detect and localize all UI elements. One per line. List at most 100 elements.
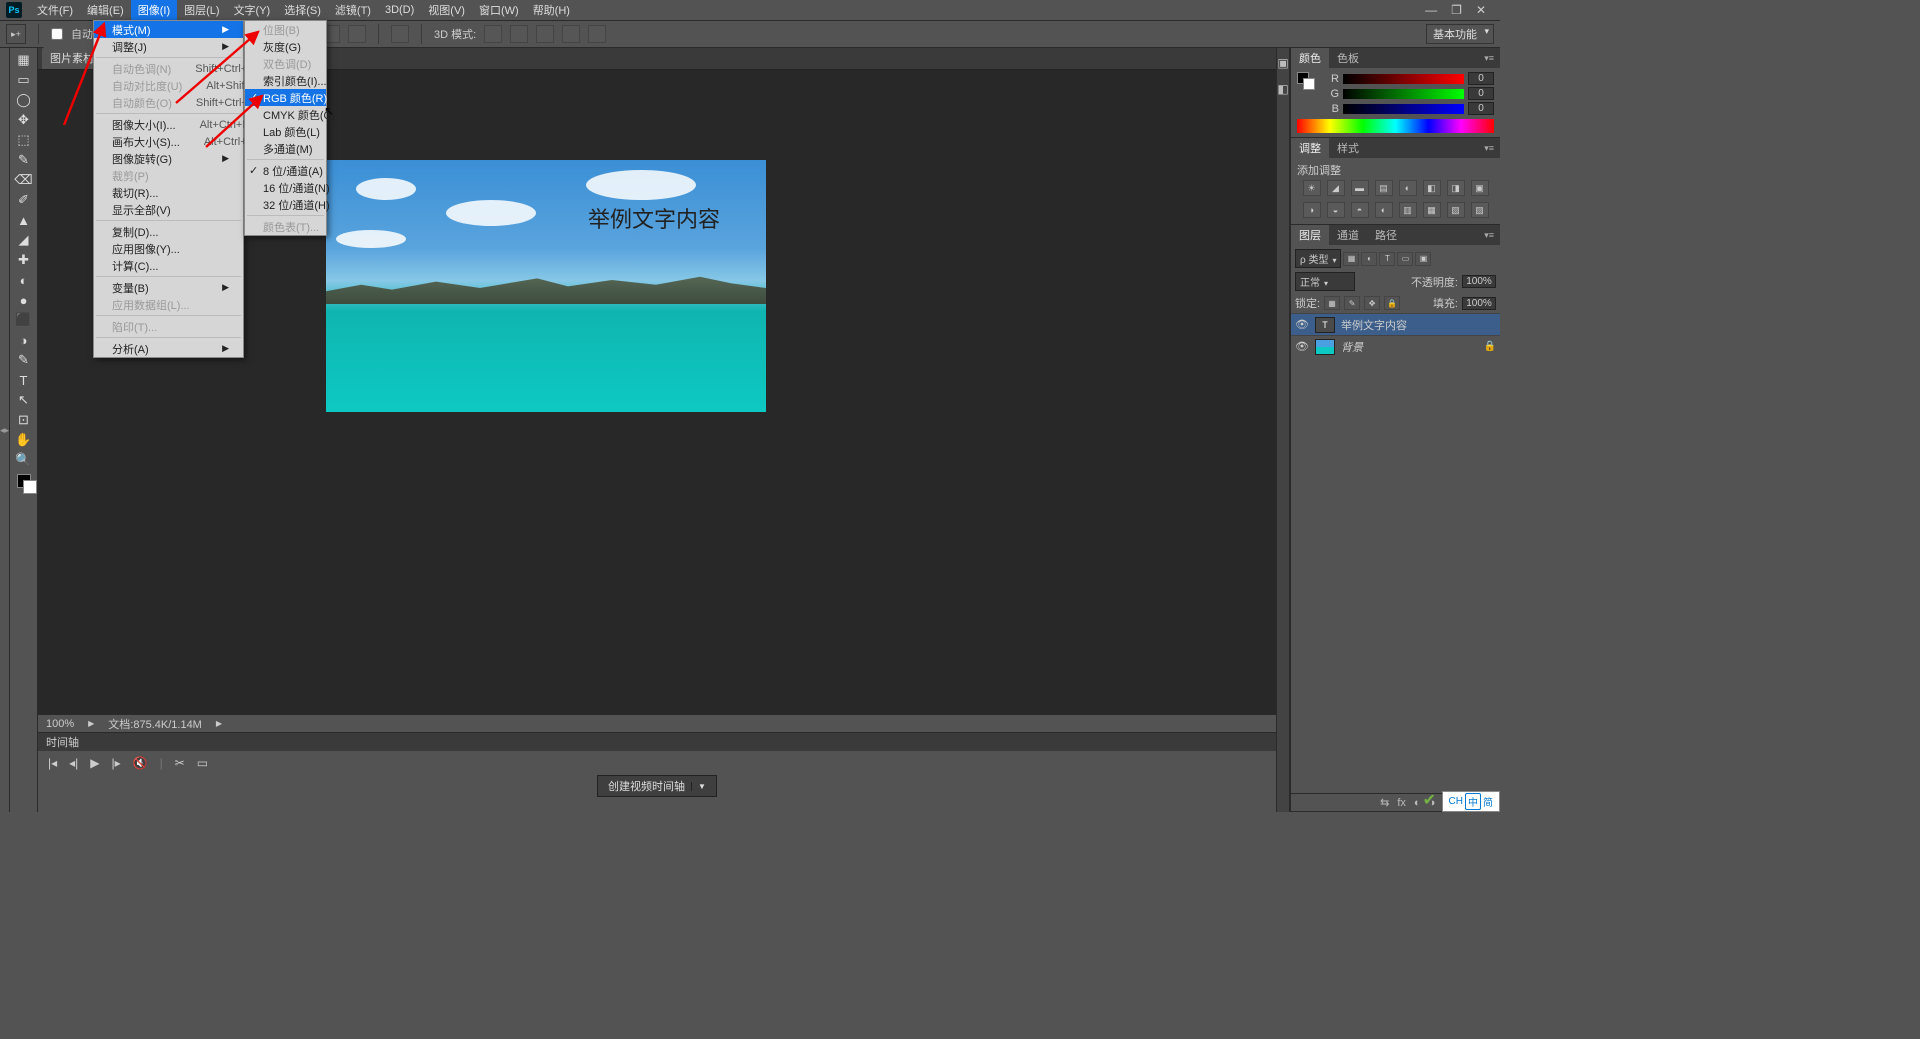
goto-first-icon[interactable]: |◂ <box>48 756 57 770</box>
adjustment-preset-4[interactable]: ◐ <box>1399 180 1417 196</box>
blend-mode-dropdown[interactable]: 正常 <box>1295 272 1355 291</box>
panel-menu-icon[interactable]: ▾≡ <box>1478 143 1500 154</box>
layer-mask-icon[interactable]: ◐ <box>1414 797 1421 809</box>
menu-item[interactable]: 16 位/通道(N) <box>245 179 326 196</box>
adjustment-preset-13[interactable]: ▦ <box>1423 202 1441 218</box>
threeD-btn-3[interactable] <box>536 25 554 43</box>
menu-item[interactable]: 裁切(R)... <box>94 184 243 201</box>
adjustment-preset-0[interactable]: ☀ <box>1303 180 1321 196</box>
adjustment-preset-11[interactable]: ◐ <box>1375 202 1393 218</box>
lock-all-icon[interactable]: 🔒 <box>1384 296 1400 310</box>
adjustment-preset-12[interactable]: ▥ <box>1399 202 1417 218</box>
menu-item[interactable]: 显示全部(V) <box>94 201 243 218</box>
filter-type-icon[interactable]: T <box>1379 252 1395 266</box>
tool-button-9[interactable]: ◢ <box>12 230 36 250</box>
fgbg-swatch[interactable] <box>1297 72 1315 90</box>
adjustment-preset-15[interactable]: ▨ <box>1471 202 1489 218</box>
tool-button-11[interactable]: ◐ <box>12 270 36 290</box>
tool-button-0[interactable]: ▦ <box>12 50 36 70</box>
tab-swatches[interactable]: 色板 <box>1329 48 1367 68</box>
tab-adjustments[interactable]: 调整 <box>1291 138 1329 158</box>
lock-trans-icon[interactable]: ▦ <box>1324 296 1340 310</box>
tool-button-19[interactable]: ✋ <box>12 430 36 450</box>
prev-frame-icon[interactable]: ◂| <box>69 756 78 770</box>
audio-icon[interactable]: 🔇 <box>133 756 148 770</box>
menu-item[interactable]: 分析(A)▶ <box>94 340 243 357</box>
transition-icon[interactable]: ▭ <box>197 756 208 770</box>
menu-item[interactable]: 复制(D)... <box>94 223 243 240</box>
menu-item[interactable]: 应用图像(Y)... <box>94 240 243 257</box>
visibility-icon[interactable]: 👁 <box>1295 318 1309 331</box>
layer-item[interactable]: 👁T举例文字内容 <box>1291 313 1500 335</box>
channel-value[interactable]: 0 <box>1468 72 1494 85</box>
threeD-btn-2[interactable] <box>510 25 528 43</box>
docinfo-popup-icon[interactable]: ▶ <box>216 719 222 728</box>
tool-button-10[interactable]: ✚ <box>12 250 36 270</box>
menu-help[interactable]: 帮助(H) <box>526 0 577 20</box>
menu-image[interactable]: 图像(I) <box>131 0 177 20</box>
tool-button-20[interactable]: 🔍 <box>12 450 36 470</box>
color-spectrum[interactable] <box>1297 119 1494 133</box>
menu-item[interactable]: 变量(B)▶ <box>94 279 243 296</box>
tab-layers[interactable]: 图层 <box>1291 225 1329 245</box>
layer-filter-dropdown[interactable]: ρ 类型 <box>1295 249 1341 268</box>
restore-button[interactable]: ❐ <box>1451 3 1462 17</box>
tab-paths[interactable]: 路径 <box>1367 225 1405 245</box>
tool-button-17[interactable]: ↖ <box>12 390 36 410</box>
menu-3d[interactable]: 3D(D) <box>378 0 421 20</box>
adjustment-preset-10[interactable]: ◓ <box>1351 202 1369 218</box>
lock-pixel-icon[interactable]: ✎ <box>1344 296 1360 310</box>
filter-shape-icon[interactable]: ▭ <box>1397 252 1413 266</box>
timeline-tab[interactable]: 时间轴 <box>38 733 1276 751</box>
adjustment-preset-14[interactable]: ▧ <box>1447 202 1465 218</box>
tool-button-18[interactable]: ⊡ <box>12 410 36 430</box>
adjustment-preset-3[interactable]: ▤ <box>1375 180 1393 196</box>
layer-thumbnail[interactable]: T <box>1315 317 1335 333</box>
tool-button-15[interactable]: ✎ <box>12 350 36 370</box>
background-swatch[interactable] <box>23 480 37 494</box>
channel-slider[interactable] <box>1343 89 1464 99</box>
menu-edit[interactable]: 编辑(E) <box>80 0 131 20</box>
tool-button-2[interactable]: ◯ <box>12 90 36 110</box>
link-layers-icon[interactable]: ⇆ <box>1380 796 1389 809</box>
threeD-btn-4[interactable] <box>562 25 580 43</box>
adjustment-preset-5[interactable]: ◧ <box>1423 180 1441 196</box>
zoom-value[interactable]: 100% <box>46 718 74 730</box>
opacity-value[interactable]: 100% <box>1462 275 1496 288</box>
toolbar-collapse[interactable]: ◂▸ <box>0 48 10 812</box>
close-button[interactable]: ✕ <box>1476 3 1486 17</box>
panel-menu-icon[interactable]: ▾≡ <box>1478 230 1500 241</box>
fill-value[interactable]: 100% <box>1462 297 1496 310</box>
menu-view[interactable]: 视图(V) <box>421 0 472 20</box>
panel-menu-icon[interactable]: ▾≡ <box>1478 53 1500 64</box>
menu-file[interactable]: 文件(F) <box>30 0 80 20</box>
next-frame-icon[interactable]: |▸ <box>112 756 121 770</box>
menu-item[interactable]: 8 位/通道(A) <box>245 162 326 179</box>
lock-pos-icon[interactable]: ✥ <box>1364 296 1380 310</box>
adjustment-preset-1[interactable]: ◢ <box>1327 180 1345 196</box>
create-video-timeline-button[interactable]: 创建视频时间轴 ▼ <box>597 775 717 797</box>
tool-button-12[interactable]: ● <box>12 290 36 310</box>
current-tool-icon[interactable]: ▸+ <box>6 24 26 44</box>
menu-window[interactable]: 窗口(W) <box>472 0 526 20</box>
menu-item[interactable]: 计算(C)... <box>94 257 243 274</box>
threeD-btn-1[interactable] <box>484 25 502 43</box>
channel-slider[interactable] <box>1343 74 1464 84</box>
tab-styles[interactable]: 样式 <box>1329 138 1367 158</box>
zoom-popup-icon[interactable]: ▶ <box>88 719 94 728</box>
layer-thumbnail[interactable] <box>1315 339 1335 355</box>
adjustment-preset-8[interactable]: ◑ <box>1303 202 1321 218</box>
filter-smart-icon[interactable]: ▣ <box>1415 252 1431 266</box>
tab-color[interactable]: 颜色 <box>1291 48 1329 68</box>
menu-layer[interactable]: 图层(L) <box>177 0 226 20</box>
menu-item[interactable]: 32 位/通道(H) <box>245 196 326 213</box>
channel-value[interactable]: 0 <box>1468 87 1494 100</box>
dist-btn-1[interactable] <box>391 25 409 43</box>
ime-indicator[interactable]: CH 中 简 <box>1442 791 1500 812</box>
tool-button-1[interactable]: ▭ <box>12 70 36 90</box>
adjustment-preset-7[interactable]: ▣ <box>1471 180 1489 196</box>
adjustment-preset-9[interactable]: ◒ <box>1327 202 1345 218</box>
tool-button-16[interactable]: T <box>12 370 36 390</box>
history-icon[interactable]: ▣ <box>1277 56 1288 70</box>
filter-pixel-icon[interactable]: ▦ <box>1343 252 1359 266</box>
